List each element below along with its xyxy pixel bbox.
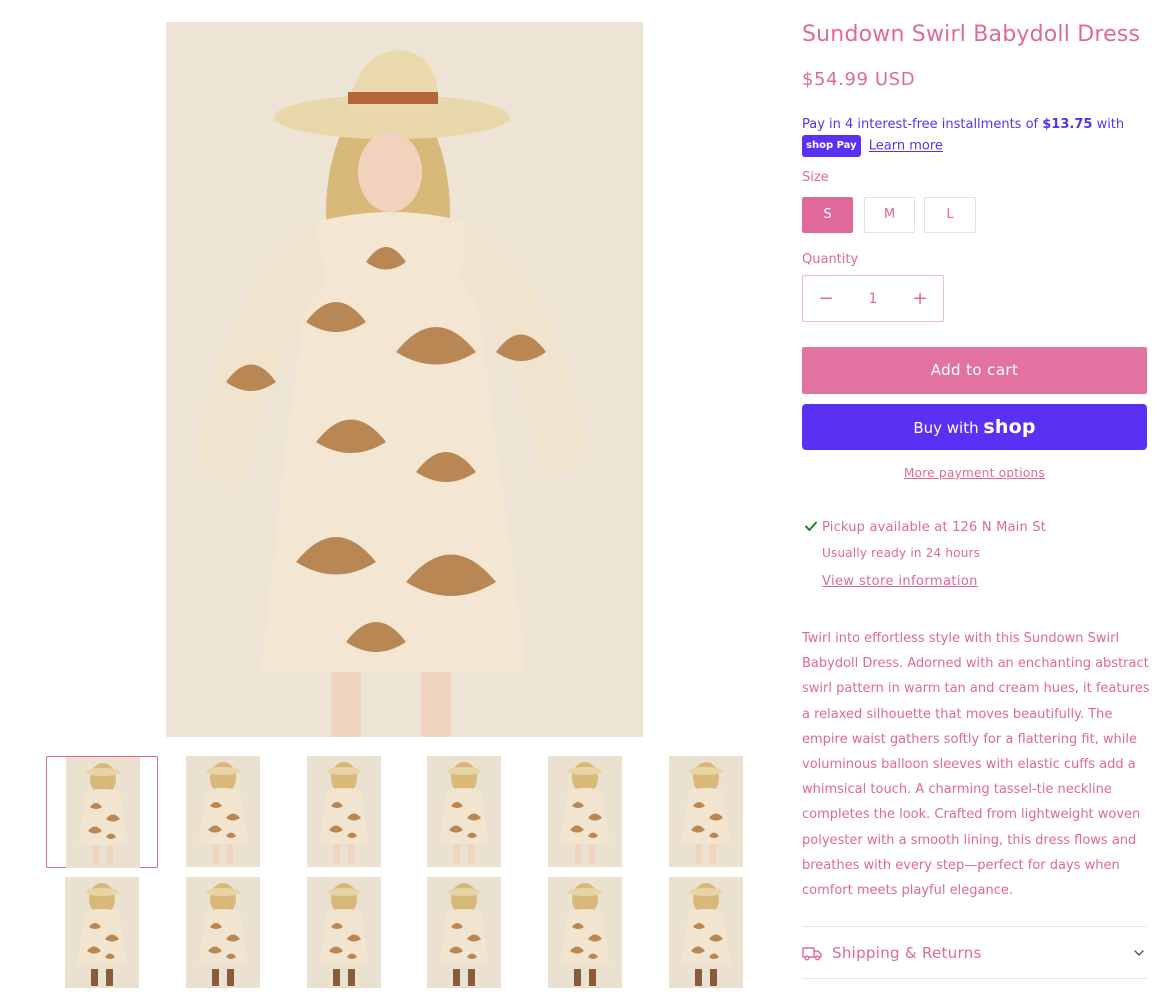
thumbnail-photo (306, 877, 381, 988)
more-payment-options-link[interactable]: More payment options (802, 466, 1147, 480)
thumbnail-photo (548, 877, 623, 988)
quantity-stepper: − + (802, 275, 944, 322)
main-product-image[interactable] (166, 22, 643, 737)
size-label: Size (802, 170, 829, 185)
checkmark-icon (805, 521, 817, 531)
product-description: Twirl into effortless style with this Su… (802, 631, 1150, 899)
truck-icon (802, 947, 822, 961)
product-title: Sundown Swirl Babydoll Dress (802, 22, 1141, 47)
learn-more-link[interactable]: Learn more (869, 139, 943, 154)
thumbnail-photo (669, 756, 743, 867)
thumbnail-image[interactable] (167, 756, 279, 868)
thumbnail-image[interactable] (650, 877, 762, 989)
product-price: $54.99 USD (802, 69, 916, 90)
thumbnail-photo (185, 756, 260, 867)
thumbnail-photo (306, 756, 381, 867)
buy-with-shop-button[interactable]: Buy with shop (802, 404, 1147, 450)
thumbnail-photo (185, 877, 260, 988)
quantity-decrease-button[interactable]: − (803, 276, 849, 321)
pickup-availability: Pickup available at 126 N Main St (822, 520, 1046, 535)
thumbnail-photo (427, 877, 502, 988)
thumbnail-image[interactable] (46, 756, 158, 868)
thumbnail-image[interactable] (408, 756, 520, 868)
thumbnail-image[interactable] (288, 877, 400, 989)
shipping-returns-label: Shipping & Returns (832, 944, 982, 962)
thumbnail-photo (548, 756, 623, 867)
thumbnail-image[interactable] (529, 877, 641, 989)
quantity-input[interactable] (849, 276, 897, 321)
thumbnail-image[interactable] (46, 877, 158, 989)
size-option-l[interactable]: L (924, 197, 976, 233)
model-photo-art (166, 22, 643, 737)
quantity-label: Quantity (802, 252, 859, 267)
size-option-s[interactable]: S (802, 197, 853, 233)
add-to-cart-button[interactable]: Add to cart (802, 347, 1147, 394)
thumbnail-image[interactable] (408, 877, 520, 989)
thumbnail-image[interactable] (288, 756, 400, 868)
thumbnail-image[interactable] (650, 756, 762, 868)
shop-pay-logo-icon: shop Pay (802, 135, 861, 157)
installments-prefix: Pay in 4 interest-free installments of (802, 117, 1039, 132)
installments-amount: $13.75 (1042, 117, 1093, 132)
thumbnail-photo (427, 756, 502, 867)
thumbnail-image[interactable] (529, 756, 641, 868)
view-store-information-link[interactable]: View store information (822, 574, 978, 589)
chevron-down-icon (1134, 950, 1144, 956)
buy-with-label: Buy with (913, 419, 979, 437)
installments-suffix: with (1096, 117, 1125, 132)
shipping-returns-accordion[interactable]: Shipping & Returns (802, 926, 1147, 979)
installments-message: Pay in 4 interest-free installments of $… (802, 115, 1147, 157)
thumbnail-photo (65, 877, 139, 988)
size-option-m[interactable]: M (864, 197, 915, 233)
shop-logo-icon: shop (983, 416, 1036, 438)
thumbnail-image[interactable] (167, 877, 279, 989)
pickup-ready-time: Usually ready in 24 hours (822, 546, 981, 560)
thumbnail-photo (669, 877, 743, 988)
thumbnail-photo (66, 757, 140, 868)
quantity-increase-button[interactable]: + (897, 276, 943, 321)
